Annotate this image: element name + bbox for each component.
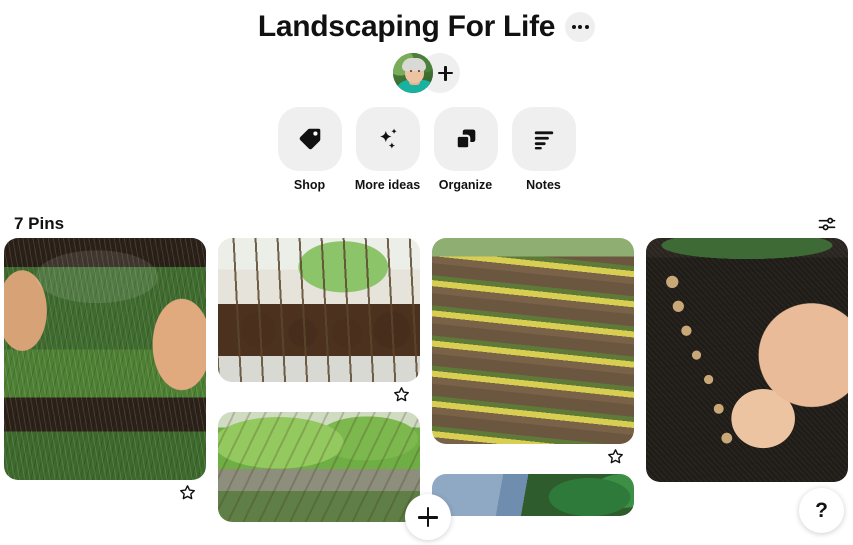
shop-icon-wrap — [277, 107, 342, 171]
avatar-hair — [402, 58, 426, 71]
pin-image[interactable] — [646, 238, 848, 482]
pin-image[interactable] — [4, 238, 206, 480]
pins-column — [218, 238, 420, 522]
board-page: Landscaping For Life Shop More ideas Org… — [0, 0, 853, 545]
action-shop[interactable]: Shop — [277, 107, 342, 192]
stacked-squares-icon — [455, 129, 475, 150]
pin-footer — [218, 382, 420, 406]
avatar-eye — [410, 70, 412, 72]
pin-footer — [4, 480, 206, 504]
organize-icon-wrap — [433, 107, 498, 171]
pins-count: 7 Pins — [14, 214, 65, 233]
board-more-options-button[interactable] — [565, 12, 596, 42]
star-outline-icon — [180, 484, 195, 499]
action-label: More ideas — [354, 178, 421, 192]
pin-seedling-pots[interactable] — [218, 238, 420, 406]
collaborators-row — [0, 53, 853, 93]
ellipsis-icon — [578, 25, 583, 29]
title-row: Landscaping For Life — [0, 8, 853, 46]
plus-icon — [438, 65, 453, 81]
action-label: Shop — [293, 178, 326, 192]
pin-image[interactable] — [218, 412, 420, 522]
board-actions: Shop More ideas Organize Notes — [0, 107, 853, 192]
notes-icon-wrap — [511, 107, 576, 171]
sliders-icon — [818, 217, 836, 231]
action-organize[interactable]: Organize — [433, 107, 498, 192]
pin-image[interactable] — [432, 474, 634, 516]
pin-stone-garden-steps[interactable] — [432, 238, 634, 468]
action-more-ideas[interactable]: More ideas — [354, 107, 421, 192]
more-ideas-icon-wrap — [355, 107, 420, 171]
favorite-button[interactable] — [607, 448, 624, 465]
sparkle-icon — [379, 128, 397, 149]
action-label: Organize — [438, 178, 493, 192]
ellipsis-icon — [571, 25, 576, 29]
ellipsis-icon — [584, 25, 589, 29]
star-outline-icon — [608, 448, 623, 463]
pin-grass-sod[interactable] — [4, 238, 206, 504]
pin-gardener-jeans[interactable] — [432, 474, 634, 516]
pins-grid — [0, 238, 853, 522]
favorite-button[interactable] — [393, 386, 410, 403]
action-notes[interactable]: Notes — [511, 107, 576, 192]
tag-icon — [299, 128, 320, 150]
avatar-eye — [418, 70, 420, 72]
plus-icon — [418, 507, 438, 527]
avatar[interactable] — [393, 53, 433, 93]
pin-planting-seeds[interactable] — [646, 238, 848, 482]
pin-image[interactable] — [432, 238, 634, 444]
pins-column — [646, 238, 848, 522]
pin-pergola-vines[interactable] — [218, 412, 420, 522]
pin-image[interactable] — [218, 238, 420, 382]
collaborators-group — [393, 53, 460, 93]
pins-bar: 7 Pins — [0, 210, 853, 238]
create-pin-button[interactable] — [405, 494, 451, 540]
board-header: Landscaping For Life — [0, 0, 853, 93]
page-title: Landscaping For Life — [257, 10, 556, 43]
pins-column — [4, 238, 206, 522]
help-button[interactable]: ? — [799, 488, 844, 533]
pin-footer — [432, 444, 634, 468]
favorite-button[interactable] — [179, 484, 196, 501]
star-outline-icon — [394, 386, 409, 401]
lines-icon — [534, 131, 553, 150]
action-label: Notes — [526, 178, 561, 192]
filter-button[interactable] — [815, 212, 839, 236]
pins-column — [432, 238, 634, 522]
